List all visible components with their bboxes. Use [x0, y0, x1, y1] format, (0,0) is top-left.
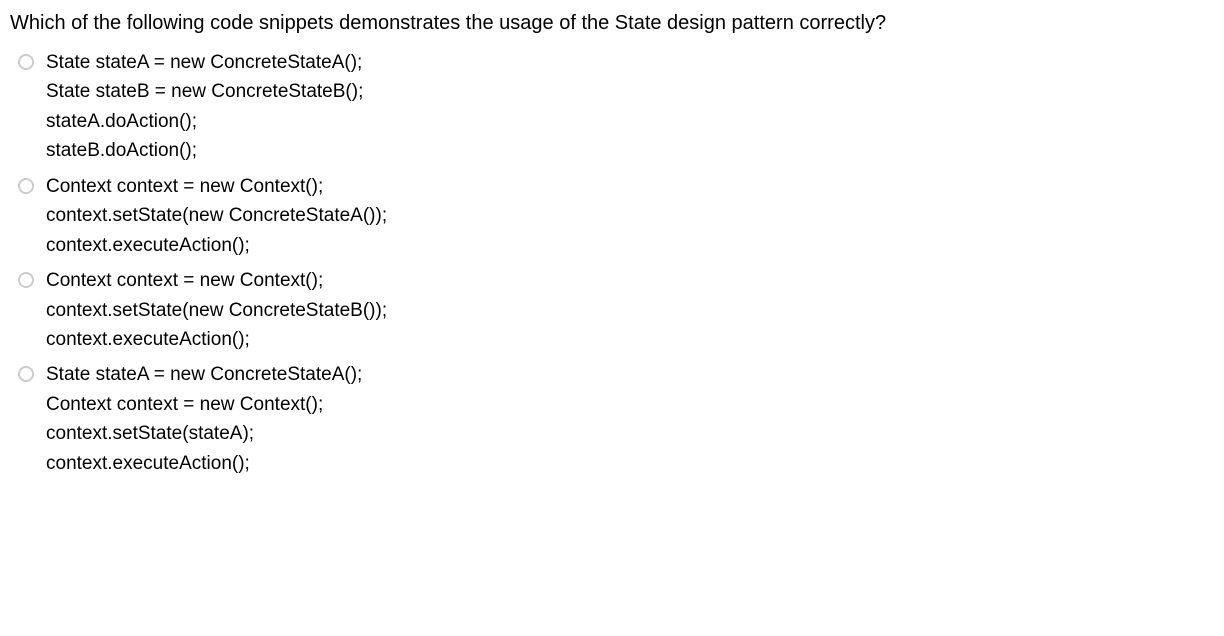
code-line: State stateA = new ConcreteStateA(); [46, 360, 1214, 389]
option-2: Context context = new Context(); context… [18, 172, 1214, 260]
code-line: Context context = new Context(); [46, 172, 1214, 201]
code-line: context.setState(new ConcreteStateB()); [46, 296, 1214, 325]
radio-option-3[interactable] [18, 272, 34, 288]
option-4: State stateA = new ConcreteStateA(); Con… [18, 360, 1214, 478]
code-line: stateA.doAction(); [46, 107, 1214, 136]
code-line: Context context = new Context(); [46, 266, 1214, 295]
code-line: context.executeAction(); [46, 231, 1214, 260]
code-line: context.executeAction(); [46, 449, 1214, 478]
option-1-content: State stateA = new ConcreteStateA(); Sta… [46, 48, 1214, 166]
radio-option-4[interactable] [18, 366, 34, 382]
option-2-content: Context context = new Context(); context… [46, 172, 1214, 260]
code-line: Context context = new Context(); [46, 390, 1214, 419]
radio-option-2[interactable] [18, 178, 34, 194]
code-line: context.setState(new ConcreteStateA()); [46, 201, 1214, 230]
radio-option-1[interactable] [18, 54, 34, 70]
option-4-content: State stateA = new ConcreteStateA(); Con… [46, 360, 1214, 478]
code-line: context.executeAction(); [46, 325, 1214, 354]
options-container: State stateA = new ConcreteStateA(); Sta… [10, 48, 1214, 478]
option-3: Context context = new Context(); context… [18, 266, 1214, 354]
option-1: State stateA = new ConcreteStateA(); Sta… [18, 48, 1214, 166]
question-text: Which of the following code snippets dem… [10, 8, 1214, 38]
code-line: context.setState(stateA); [46, 419, 1214, 448]
code-line: stateB.doAction(); [46, 136, 1214, 165]
code-line: State stateB = new ConcreteStateB(); [46, 77, 1214, 106]
option-3-content: Context context = new Context(); context… [46, 266, 1214, 354]
code-line: State stateA = new ConcreteStateA(); [46, 48, 1214, 77]
